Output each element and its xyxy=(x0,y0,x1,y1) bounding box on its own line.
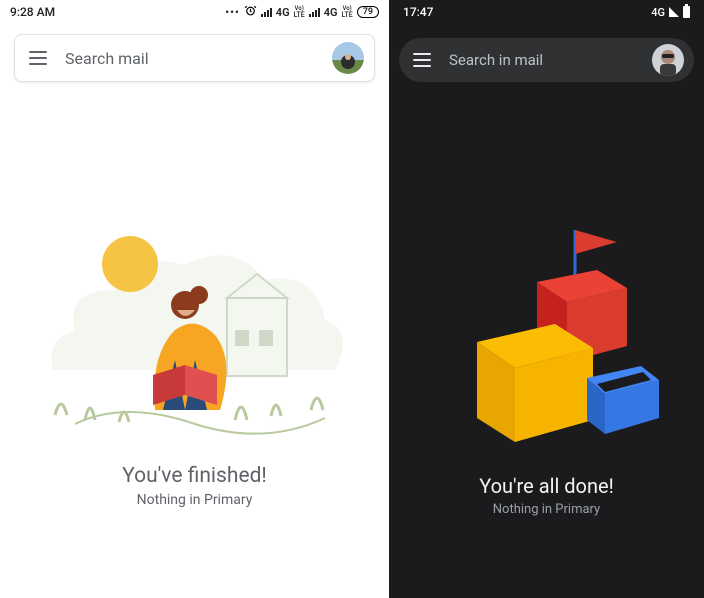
signal-bars-icon-2 xyxy=(309,8,320,17)
status-bar: 17:47 4G xyxy=(389,0,704,24)
avatar[interactable] xyxy=(652,44,684,76)
status-icons: ••• 4G Vo)LTE 4G Vo)LTE 79 xyxy=(225,4,379,20)
clock: 17:47 xyxy=(403,5,433,19)
gmail-light-panel: 9:28 AM ••• 4G Vo)LTE 4G Vo)LTE 79 Searc… xyxy=(0,0,389,598)
reading-illustration xyxy=(35,210,355,450)
search-placeholder[interactable]: Search mail xyxy=(65,49,318,68)
menu-icon[interactable] xyxy=(409,49,435,71)
signal-bars-icon xyxy=(261,8,272,17)
search-bar[interactable]: Search in mail xyxy=(399,38,694,82)
volte-label-1: Vo)LTE xyxy=(294,5,305,19)
avatar[interactable] xyxy=(332,42,364,74)
network-label-2: 4G xyxy=(324,6,338,19)
clock: 9:28 AM xyxy=(10,5,55,19)
battery-icon xyxy=(683,6,690,18)
network-label-1: 4G xyxy=(276,6,290,19)
signal-triangle-icon xyxy=(669,7,679,17)
more-dots-icon: ••• xyxy=(225,6,240,19)
status-icons: 4G xyxy=(651,6,690,19)
empty-subline: Nothing in Primary xyxy=(0,492,389,508)
empty-headline: You've finished! xyxy=(0,464,389,488)
battery-pill: 79 xyxy=(357,6,379,18)
status-bar: 9:28 AM ••• 4G Vo)LTE 4G Vo)LTE 79 xyxy=(0,0,389,24)
empty-state: You've finished! Nothing in Primary xyxy=(0,210,389,508)
network-label: 4G xyxy=(651,6,665,19)
empty-state: You're all done! Nothing in Primary xyxy=(389,220,704,517)
empty-headline: You're all done! xyxy=(389,474,704,498)
boxes-illustration xyxy=(427,220,667,460)
search-placeholder[interactable]: Search in mail xyxy=(449,51,638,69)
gmail-dark-panel: 17:47 4G Search in mail xyxy=(389,0,704,598)
menu-icon[interactable] xyxy=(25,47,51,69)
empty-subline: Nothing in Primary xyxy=(389,502,704,517)
alarm-icon xyxy=(244,4,257,20)
volte-label-2: Vo)LTE xyxy=(342,5,353,19)
search-bar[interactable]: Search mail xyxy=(14,34,375,82)
